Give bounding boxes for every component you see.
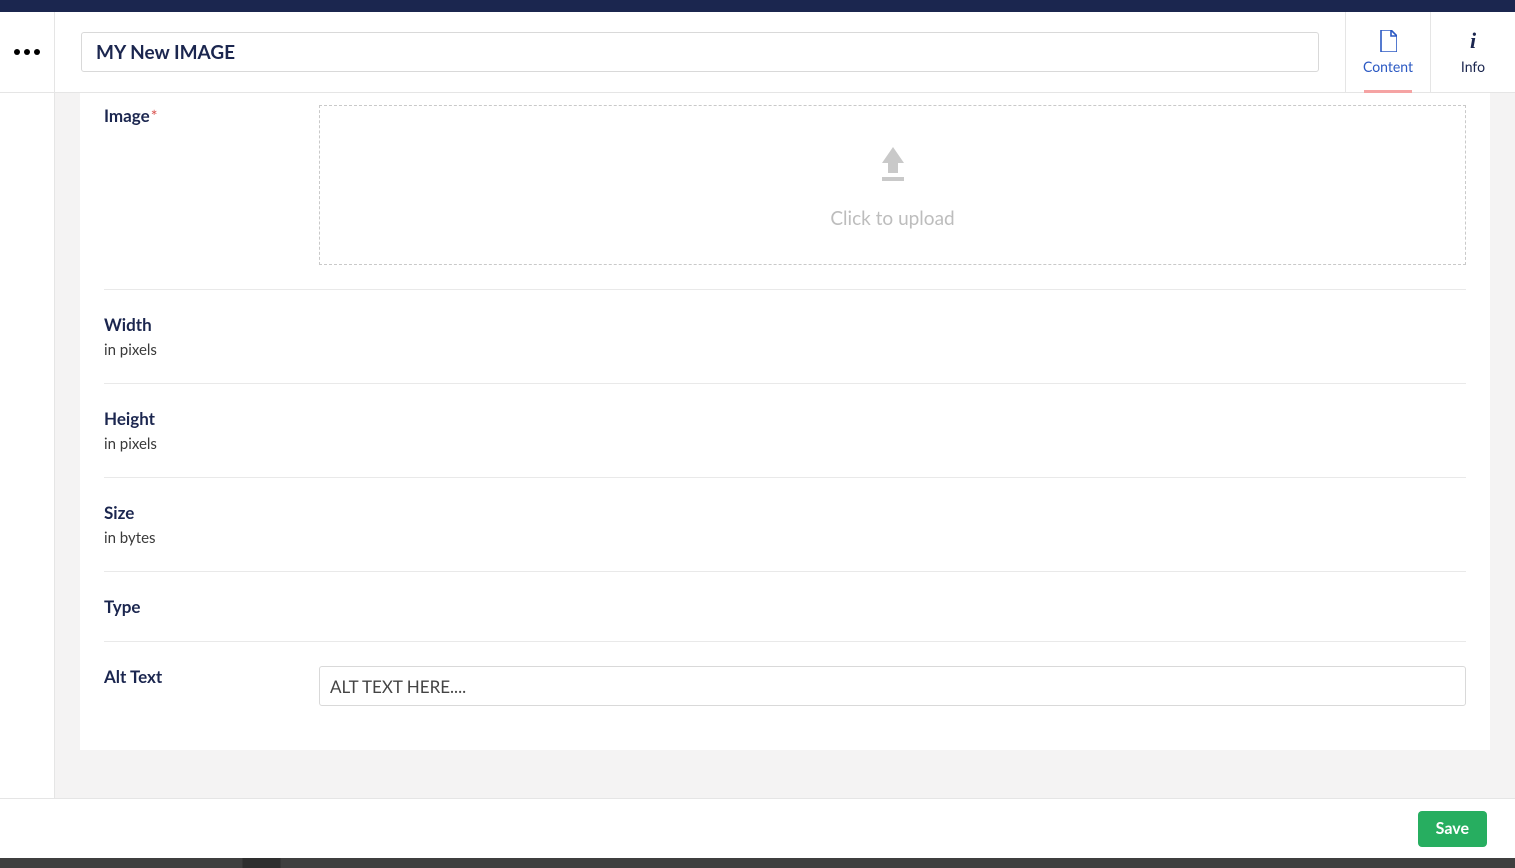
field-type: Type: [104, 572, 1466, 642]
label-text: Image: [104, 105, 150, 126]
page-header: Content i Info: [0, 12, 1515, 93]
field-width: Width in pixels: [104, 290, 1466, 384]
type-value: [319, 596, 1466, 617]
os-taskbar: [0, 858, 1515, 868]
alt-text-input[interactable]: [319, 666, 1466, 706]
content-card: Image* Click to upload: [80, 93, 1490, 750]
height-value: [319, 408, 1466, 453]
size-hint: in bytes: [104, 529, 279, 547]
tab-info-label: Info: [1461, 58, 1485, 75]
tab-info[interactable]: i Info: [1430, 12, 1515, 92]
size-value: [319, 502, 1466, 547]
width-hint: in pixels: [104, 341, 279, 359]
app-topbar: [0, 0, 1515, 12]
header-tabs: Content i Info: [1345, 12, 1515, 92]
height-label: Height: [104, 408, 279, 429]
height-hint: in pixels: [104, 435, 279, 453]
title-container: [55, 12, 1345, 92]
size-label: Size: [104, 502, 279, 523]
image-uploader[interactable]: Click to upload: [319, 105, 1466, 265]
alt-text-label: Alt Text: [104, 666, 279, 687]
field-image-label: Image*: [104, 105, 279, 265]
tab-content[interactable]: Content: [1345, 12, 1430, 92]
field-image: Image* Click to upload: [104, 93, 1466, 290]
main-area: Image* Click to upload: [0, 93, 1515, 798]
type-label: Type: [104, 596, 279, 617]
page-footer: Save: [0, 798, 1515, 858]
document-title-input[interactable]: [81, 32, 1319, 72]
document-icon: [1379, 30, 1397, 52]
content-scroll[interactable]: Image* Click to upload: [55, 93, 1515, 798]
width-value: [319, 314, 1466, 359]
save-button[interactable]: Save: [1418, 811, 1487, 847]
upload-prompt: Click to upload: [830, 207, 954, 230]
width-label: Width: [104, 314, 279, 335]
left-gutter: [0, 93, 55, 798]
upload-icon: [870, 141, 916, 191]
field-alt-text: Alt Text: [104, 642, 1466, 730]
ellipsis-icon: [14, 49, 40, 55]
actions-menu-button[interactable]: [0, 12, 55, 92]
info-icon: i: [1470, 30, 1476, 52]
tab-content-label: Content: [1363, 58, 1413, 75]
field-size: Size in bytes: [104, 478, 1466, 572]
field-height: Height in pixels: [104, 384, 1466, 478]
required-marker: *: [151, 107, 158, 126]
